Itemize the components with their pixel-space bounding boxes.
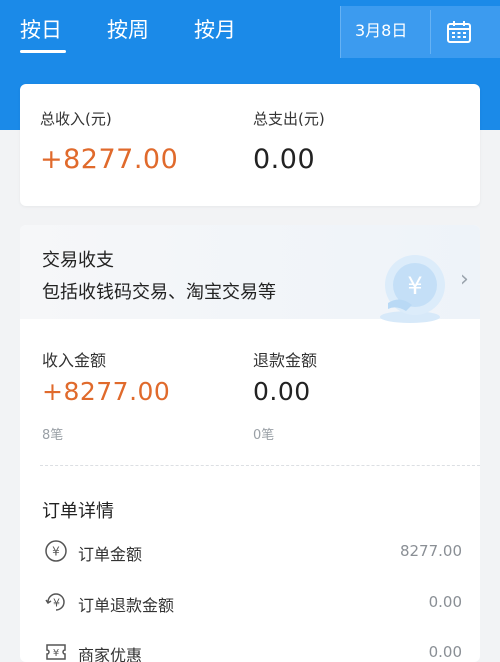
date-label[interactable]: 3月8日 [355, 18, 407, 44]
order-refund-value: 0.00 [428, 593, 462, 611]
tab-month[interactable]: 按月 [194, 14, 236, 46]
svg-text:¥: ¥ [407, 272, 422, 300]
order-amount-value: 8277.00 [399, 542, 462, 560]
transaction-subtitle: 包括收钱码交易、淘宝交易等 [42, 282, 276, 303]
svg-text:¥: ¥ [53, 597, 60, 610]
section-divider [40, 465, 480, 466]
date-divider [430, 10, 431, 54]
summary-card: 总收入(元) +8277.00 总支出(元) 0.00 [20, 84, 480, 206]
order-details-title: 订单详情 [42, 501, 114, 522]
income-count: 8笔 [42, 428, 64, 443]
income-amount-value: +8277.00 [42, 377, 171, 406]
total-income-label: 总收入(元) [40, 110, 112, 128]
merchant-discount-icon: ¥ [46, 644, 66, 660]
total-expense-value: 0.00 [253, 144, 316, 175]
chevron-right-icon[interactable]: › [460, 267, 469, 292]
calendar-icon[interactable] [446, 20, 472, 44]
active-tab-indicator [20, 50, 66, 53]
money-bag-icon: ¥ [380, 255, 445, 323]
total-expense-label: 总支出(元) [253, 110, 325, 128]
merchant-discount-value: 0.00 [428, 643, 462, 661]
refund-count: 0笔 [253, 428, 275, 443]
refund-amount-label: 退款金额 [253, 351, 318, 370]
yen-circle-icon: ¥ [45, 540, 67, 562]
refund-amount-value: 0.00 [253, 377, 311, 406]
tab-day[interactable]: 按日 [20, 14, 62, 46]
svg-text:¥: ¥ [53, 648, 59, 659]
tab-week[interactable]: 按周 [107, 14, 149, 46]
merchant-discount-label: 商家优惠 [78, 646, 143, 662]
total-income-value: +8277.00 [40, 144, 179, 175]
transaction-title: 交易收支 [42, 250, 114, 271]
yen-refund-icon: ¥ [45, 593, 65, 611]
svg-text:¥: ¥ [52, 545, 60, 559]
income-amount-label: 收入金额 [42, 351, 107, 370]
order-amount-label: 订单金额 [78, 545, 143, 564]
order-refund-label: 订单退款金额 [78, 596, 175, 615]
